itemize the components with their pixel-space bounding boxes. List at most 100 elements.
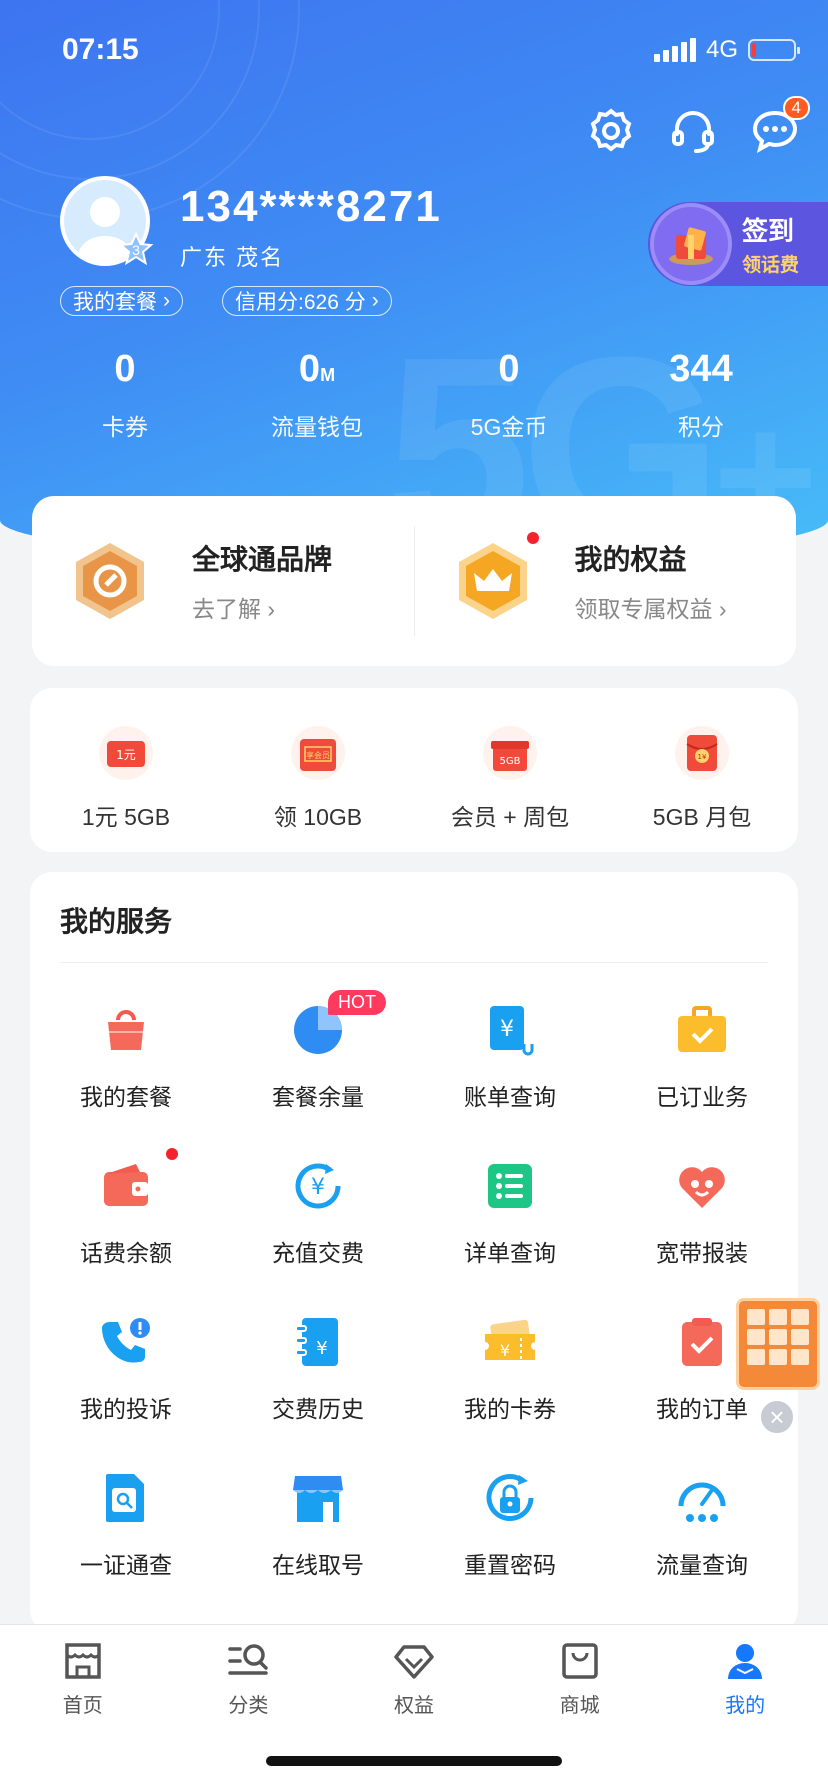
close-icon[interactable]: × xyxy=(758,1398,796,1436)
settings-gear-icon[interactable] xyxy=(586,106,636,156)
message-count-badge: 4 xyxy=(782,96,810,120)
stat-label: 积分 xyxy=(678,414,724,440)
bottom-tab-bar: 首页 分类 权益 商城 我的 xyxy=(0,1624,828,1792)
service-my-coupons[interactable]: ¥ 我的卡券 xyxy=(414,1314,606,1470)
service-label: 账单查询 xyxy=(464,1084,556,1110)
promo-card: 1元 1元 5GB 享会员 领 10GB 5GB 会员 + 周包 1¥ 5GB … xyxy=(30,688,798,852)
home-indicator[interactable] xyxy=(266,1756,562,1766)
signin-title: 签到 xyxy=(742,216,795,246)
service-recharge[interactable]: ¥ 充值交费 xyxy=(222,1158,414,1314)
signal-icon xyxy=(653,38,696,62)
promo-label: 1元 5GB xyxy=(81,804,171,830)
svg-text:1¥: 1¥ xyxy=(698,753,707,761)
svg-text:享会员: 享会员 xyxy=(306,750,330,760)
notification-dot xyxy=(164,1146,180,1162)
store-icon xyxy=(290,1470,346,1526)
divider xyxy=(60,962,768,963)
promo-item[interactable]: 1元 1元 5GB xyxy=(30,688,222,852)
service-online-ticket[interactable]: 在线取号 xyxy=(222,1470,414,1626)
chevron-right-icon: › xyxy=(712,596,727,622)
network-type: 4G xyxy=(705,36,738,63)
my-plan-button[interactable]: 我的套餐 › xyxy=(60,286,183,316)
service-detail-query[interactable]: 详单查询 xyxy=(414,1158,606,1314)
person-icon xyxy=(728,1644,763,1679)
tab-category[interactable]: 分类 xyxy=(166,1625,332,1735)
floating-game-machine-icon[interactable] xyxy=(736,1298,820,1390)
gift-box-icon xyxy=(650,203,732,285)
lock-refresh-icon xyxy=(482,1470,538,1526)
home-icon xyxy=(65,1643,101,1679)
messages-icon[interactable]: 4 xyxy=(750,96,810,156)
credit-score-button[interactable]: 信用分:626 分 › xyxy=(222,286,392,316)
service-bill-query[interactable]: ¥ 账单查询 xyxy=(414,1002,606,1158)
stat-label: 卡券 xyxy=(102,414,148,440)
promo-label: 5GB 月包 xyxy=(652,804,752,830)
signin-button[interactable]: 签到 领话费 xyxy=(648,202,828,286)
notification-dot xyxy=(524,530,541,546)
service-data-query[interactable]: 流量查询 xyxy=(606,1470,798,1626)
service-label: 我的订单 xyxy=(656,1396,748,1422)
stat-value: 0 xyxy=(498,348,520,390)
user-level-star-icon: 3 xyxy=(118,232,154,268)
wallet-icon xyxy=(98,1158,154,1214)
service-complaint[interactable]: 我的投诉 xyxy=(30,1314,222,1470)
service-label: 我的卡券 xyxy=(464,1396,556,1422)
stat-points[interactable]: 344 积分 xyxy=(605,348,797,442)
chevron-right-icon: › xyxy=(163,289,170,312)
stat-coupons[interactable]: 0 卡券 xyxy=(29,348,221,442)
service-label: 已订业务 xyxy=(656,1084,748,1110)
tab-mall[interactable]: 商城 xyxy=(497,1625,663,1735)
status-time: 07:15 xyxy=(62,33,139,66)
tab-label: 我的 xyxy=(725,1695,766,1717)
customer-service-headset-icon[interactable] xyxy=(668,106,718,156)
tab-mine[interactable]: 我的 xyxy=(662,1625,828,1735)
tab-home[interactable]: 首页 xyxy=(0,1625,166,1735)
global-brand-hexagon-icon xyxy=(76,543,144,619)
hot-badge: HOT xyxy=(328,990,386,1015)
tab-label: 权益 xyxy=(393,1695,434,1717)
stat-value: 0 xyxy=(114,348,136,390)
status-bar: 07:15 4G xyxy=(62,30,800,70)
stat-5g-coins[interactable]: 0 5G金币 xyxy=(413,348,605,442)
my-benefits-subtitle: 领取专属权益 xyxy=(574,596,713,622)
promo-item[interactable]: 5GB 会员 + 周包 xyxy=(414,688,606,852)
service-reset-password[interactable]: 重置密码 xyxy=(414,1470,606,1626)
service-payment-history[interactable]: ¥ 交费历史 xyxy=(222,1314,414,1470)
red-gift-icon: 5GB xyxy=(483,726,537,780)
heart-icon xyxy=(674,1158,730,1214)
stat-value: 0 xyxy=(298,348,321,390)
svg-text:¥: ¥ xyxy=(500,1341,510,1360)
service-balance[interactable]: 话费余额 xyxy=(30,1146,222,1314)
crown-hexagon-icon xyxy=(458,543,527,619)
service-subscribed[interactable]: 已订业务 xyxy=(606,1002,798,1158)
service-label: 我的投诉 xyxy=(80,1396,172,1422)
promo-label: 会员 + 周包 xyxy=(450,804,570,830)
service-broadband[interactable]: 宽带报装 xyxy=(606,1158,798,1314)
promo-item[interactable]: 享会员 领 10GB xyxy=(222,688,414,852)
service-label: 详单查询 xyxy=(464,1240,556,1266)
sim-card-search-icon xyxy=(98,1470,154,1526)
user-region: 广东 茂名 xyxy=(180,245,285,270)
service-label: 话费余额 xyxy=(80,1240,172,1266)
recharge-yuan-icon: ¥ xyxy=(290,1158,346,1214)
my-benefits-entry[interactable]: 我的权益 领取专属权益 › xyxy=(415,496,797,666)
chevron-right-icon: › xyxy=(261,596,276,622)
global-brand-entry[interactable]: 全球通品牌 去了解 › xyxy=(32,496,414,666)
service-label: 我的套餐 xyxy=(80,1084,172,1110)
my-plan-label: 我的套餐 xyxy=(73,291,157,314)
service-id-check[interactable]: 一证通查 xyxy=(30,1470,222,1626)
service-label: 充值交费 xyxy=(272,1240,364,1266)
my-services-card: 我的服务 我的套餐 HOT 套餐余量 ¥ 账单查询 已订业务 话费余额 ¥ 充值… xyxy=(30,872,798,1632)
service-my-plan[interactable]: 我的套餐 xyxy=(30,1002,222,1158)
svg-text:¥: ¥ xyxy=(316,1338,327,1359)
stat-data-wallet[interactable]: 0M 流量钱包 xyxy=(221,348,413,442)
my-benefits-title: 我的权益 xyxy=(574,544,687,575)
service-plan-balance[interactable]: HOT 套餐余量 xyxy=(222,990,414,1158)
service-label: 一证通查 xyxy=(80,1552,172,1578)
stat-label: 5G金币 xyxy=(470,414,548,440)
tab-label: 商城 xyxy=(559,1695,600,1717)
list-icon xyxy=(482,1158,538,1214)
tab-benefits[interactable]: 权益 xyxy=(331,1625,497,1735)
global-brand-title: 全球通品牌 xyxy=(192,544,333,575)
promo-item[interactable]: 1¥ 5GB 月包 xyxy=(606,688,798,852)
